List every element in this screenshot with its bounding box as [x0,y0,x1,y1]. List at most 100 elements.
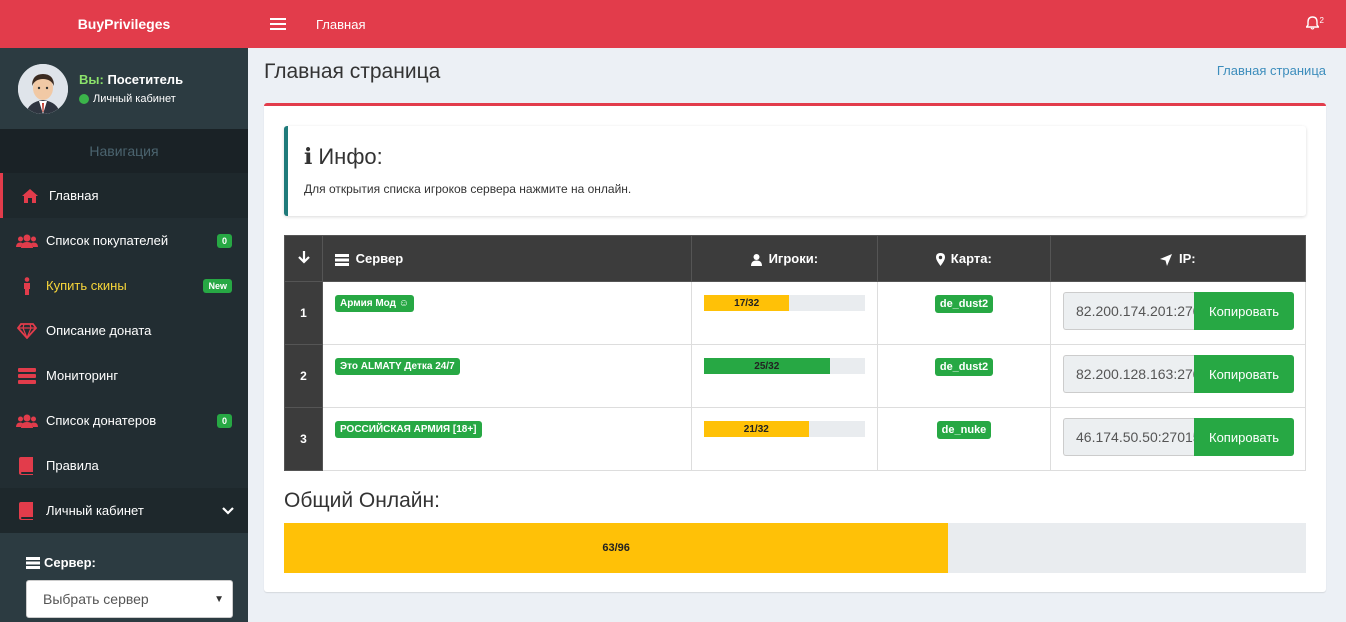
server-column-header: Сервер [322,235,692,282]
server-header-text: Сервер [355,251,404,266]
total-online-fill: 63/96 [284,523,949,573]
sidebar-item-label: Купить скины [46,278,127,293]
user-panel: Вы: Посетитель Личный кабинет [0,48,248,129]
sort-header[interactable] [284,235,323,282]
server-select[interactable]: Выбрать сервер ▼ [26,580,233,618]
count-badge: 0 [216,233,232,248]
sidebar-item-label: Описание доната [46,323,152,338]
brand-logo[interactable]: BuyPrivileges [0,0,248,48]
players-progress-fill: 25/32 [704,358,830,374]
notifications-button[interactable]: 2 [1304,16,1324,35]
info-title-text: Инфо: [318,144,383,169]
map-column-header: Карта: [877,235,1051,282]
info-icon: i [304,144,313,170]
server-list-icon [335,253,349,266]
location-arrow-icon [1160,253,1173,266]
row-number: 3 [284,407,323,471]
ip-column-header: IP: [1050,235,1306,282]
notifications-count: 2 [1319,16,1324,25]
map-marker-icon [936,253,946,267]
server-name-label[interactable]: Армия Мод ☺ [335,294,414,312]
total-online-progress: 63/96 [284,523,1306,573]
sidebar-item-label: Список покупателей [46,233,169,248]
table-row: 2 Это ALMATY Детка 24/7 25/32 de_dust2 8… [284,344,1306,408]
sidebar-item-label: Мониторинг [46,368,119,383]
topbar: Главная 2 [248,0,1346,48]
sidebar-item-cabinet[interactable]: Личный кабинет [0,488,248,533]
chevron-down-icon[interactable] [222,504,234,518]
new-badge: New [203,278,232,293]
map-badge: de_nuke [936,421,992,439]
servers-table: Сервер Игроки: Карта: IP: 1 Армия Мод ☺ … [284,235,1306,471]
ip-header-text: IP: [1179,251,1196,266]
players-progress[interactable]: 17/32 [704,295,865,311]
copy-ip-button[interactable]: Копировать [1194,292,1294,330]
main-box: i Инфо: Для открытия списка игроков серв… [264,103,1326,592]
map-header-text: Карта: [950,250,992,266]
topbar-title[interactable]: Главная [316,17,365,32]
breadcrumb-link[interactable]: Главная страница [1217,63,1326,78]
table-row: 1 Армия Мод ☺ 17/32 de_dust2 82.200.174.… [284,281,1306,345]
players-progress-fill: 21/32 [704,421,809,437]
sidebar-item-label: Личный кабинет [46,503,144,518]
players-progress-fill: 17/32 [704,295,790,311]
server-select-label: Сервер: [26,555,233,570]
sidebar-item-label: Главная [49,188,99,203]
info-title: i Инфо: [304,144,1290,170]
avatar [18,63,68,114]
ip-field[interactable]: 46.174.50.50:27015 [1063,418,1194,456]
players-progress[interactable]: 25/32 [704,358,865,374]
users-icon [16,412,38,430]
diamond-icon [16,322,38,340]
table-row: 3 РОССИЙСКАЯ АРМИЯ [18+] 21/32 de_nuke 4… [284,407,1306,471]
sidebar-item-donators[interactable]: Список донатеров 0 [0,398,248,443]
info-callout: i Инфо: Для открытия списка игроков серв… [284,126,1306,216]
sidebar-item-donate-info[interactable]: Описание доната [0,308,248,353]
players-progress[interactable]: 21/32 [704,421,865,437]
server-list-icon [26,556,40,569]
menu-toggle-icon[interactable] [270,18,286,30]
person-icon [16,276,38,295]
sidebar-item-label: Правила [46,458,99,473]
sidebar-item-monitoring[interactable]: Мониторинг [0,353,248,398]
server-select-value: Выбрать сервер [43,591,149,607]
ip-field[interactable]: 82.200.128.163:27015 [1063,355,1194,393]
copy-ip-button[interactable]: Копировать [1194,355,1294,393]
sidebar-item-buyers[interactable]: Список покупателей 0 [0,218,248,263]
user-status[interactable]: Личный кабинет [79,93,183,105]
copy-ip-button[interactable]: Копировать [1194,418,1294,456]
user-icon [750,253,762,266]
map-badge: de_dust2 [934,295,994,313]
book-icon [16,501,38,520]
sidebar-item-home[interactable]: Главная [0,173,248,218]
server-name-label[interactable]: Это ALMATY Детка 24/7 [335,357,460,375]
table-header-row: Сервер Игроки: Карта: IP: [284,235,1306,282]
arrow-down-icon [297,250,310,267]
user-status-text: Личный кабинет [93,93,176,105]
map-cell: de_dust2 [878,295,1050,313]
nav-header: Навигация [0,129,248,173]
map-cell: de_dust2 [878,358,1050,376]
ip-field[interactable]: 82.200.174.201:27015 [1063,292,1194,330]
you-label: Вы: [79,72,104,87]
ip-group: 82.200.128.163:27015 Копировать [1051,355,1305,393]
players-column-header: Игроки: [691,235,878,282]
bell-icon [1304,16,1320,35]
caret-down-icon: ▼ [214,593,224,605]
sidebar-item-label: Список донатеров [46,413,157,428]
home-icon [19,187,41,205]
online-dot-icon [79,94,89,104]
sidebar: BuyPrivileges Вы: Посетитель Личный каби… [0,0,248,622]
row-number: 1 [284,281,323,345]
server-name-label[interactable]: РОССИЙСКАЯ АРМИЯ [18+] [335,420,482,438]
ip-group: 46.174.50.50:27015 Копировать [1051,418,1305,456]
cabinet-submenu: Сервер: Выбрать сервер ▼ [0,533,248,622]
map-cell: de_nuke [878,421,1050,439]
sidebar-item-buy-skins[interactable]: Купить скины New [0,263,248,308]
server-label-text: Сервер: [44,555,96,570]
user-name: Вы: Посетитель [79,72,183,87]
server-icon [16,367,38,385]
total-online-title: Общий Онлайн: [284,489,440,512]
sidebar-item-rules[interactable]: Правила [0,443,248,488]
user-name-text: Посетитель [107,72,184,87]
